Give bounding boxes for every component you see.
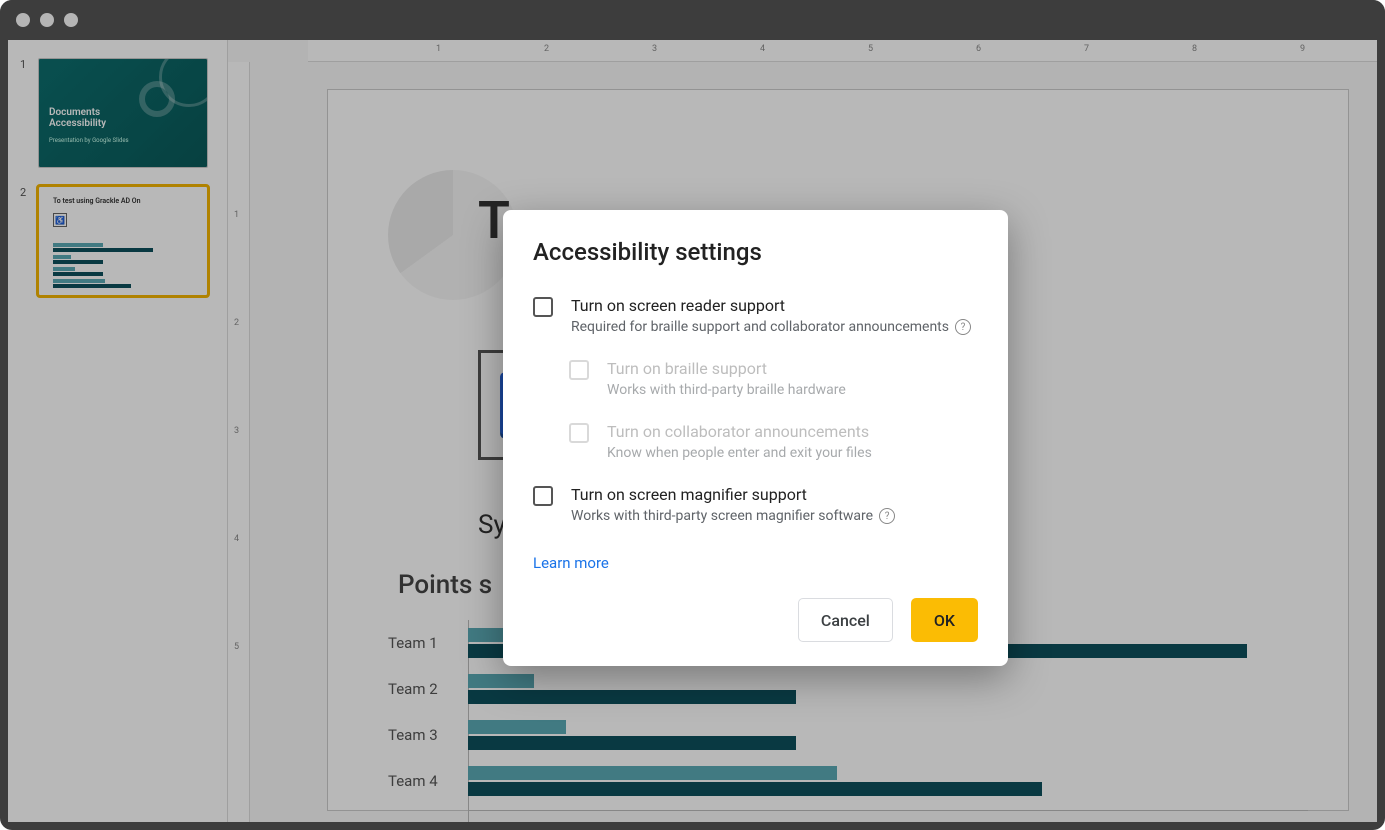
accessibility-settings-dialog: Accessibility settings Turn on screen re…	[503, 210, 1008, 666]
dialog-title: Accessibility settings	[533, 238, 978, 266]
learn-more-link[interactable]: Learn more	[533, 554, 609, 572]
close-icon[interactable]	[16, 13, 30, 27]
option-description: Works with third-party braille hardware	[607, 382, 846, 398]
option-collaborator-announcements: Turn on collaborator announcements Know …	[569, 422, 978, 461]
app-content: 1 Documents Accessibility Presentation b…	[8, 40, 1377, 822]
option-label: Turn on collaborator announcements	[607, 422, 872, 441]
option-description: Know when people enter and exit your fil…	[607, 445, 872, 461]
ok-button[interactable]: OK	[911, 598, 978, 642]
option-screen-reader[interactable]: Turn on screen reader support Required f…	[533, 296, 978, 335]
help-icon[interactable]: ?	[955, 319, 971, 335]
option-screen-magnifier[interactable]: Turn on screen magnifier support Works w…	[533, 485, 978, 524]
checkbox-icon	[569, 360, 589, 380]
maximize-icon[interactable]	[64, 13, 78, 27]
titlebar	[0, 0, 1385, 40]
checkbox-icon[interactable]	[533, 486, 553, 506]
cancel-button[interactable]: Cancel	[798, 598, 893, 642]
window-frame: 1 Documents Accessibility Presentation b…	[0, 0, 1385, 830]
option-label: Turn on screen reader support	[571, 296, 971, 315]
option-description: Required for braille support and collabo…	[571, 319, 971, 335]
option-braille: Turn on braille support Works with third…	[569, 359, 978, 398]
option-label: Turn on braille support	[607, 359, 846, 378]
checkbox-icon[interactable]	[533, 297, 553, 317]
minimize-icon[interactable]	[40, 13, 54, 27]
option-label: Turn on screen magnifier support	[571, 485, 895, 504]
checkbox-icon	[569, 423, 589, 443]
option-description: Works with third-party screen magnifier …	[571, 508, 895, 524]
help-icon[interactable]: ?	[879, 508, 895, 524]
